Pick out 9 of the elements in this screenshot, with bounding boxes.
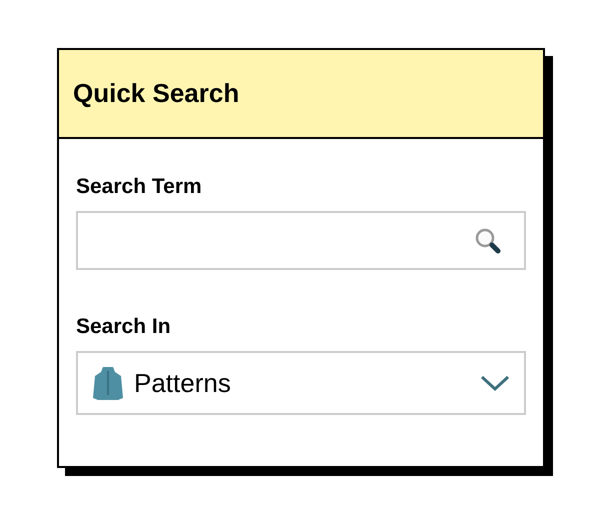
search-field[interactable] xyxy=(76,211,526,270)
panel-title: Quick Search xyxy=(73,78,240,109)
category-dropdown[interactable]: Patterns xyxy=(76,351,526,415)
field-label: Search In xyxy=(76,315,171,339)
search-icon[interactable] xyxy=(474,226,502,254)
garment-icon xyxy=(92,365,124,401)
field-label: Search Term xyxy=(76,175,202,199)
dropdown-value: Patterns xyxy=(134,368,232,398)
chevron-down-icon xyxy=(480,374,510,392)
